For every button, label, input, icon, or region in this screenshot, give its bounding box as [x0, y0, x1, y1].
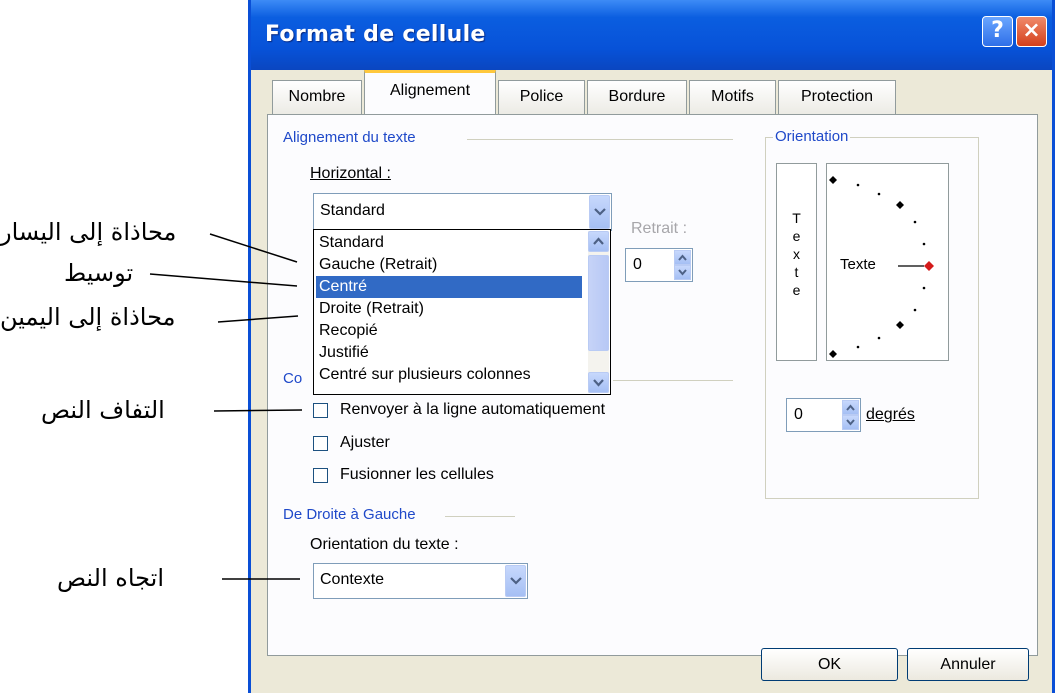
callout-leader-lines — [149, 233, 303, 580]
